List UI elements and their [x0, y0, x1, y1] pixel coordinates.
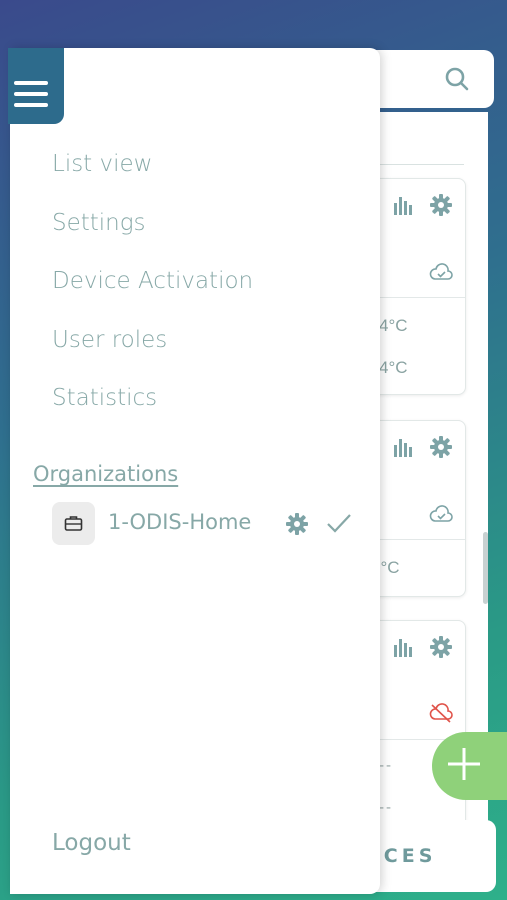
gear-icon — [429, 635, 453, 663]
temperature-value: 4°C — [379, 316, 408, 335]
temperature-value: -- — [379, 800, 394, 816]
selected-check-icon — [326, 511, 352, 539]
search-icon — [444, 66, 470, 96]
menu-item-statistics[interactable]: Statistics — [52, 382, 253, 441]
organization-item[interactable]: 1-ODIS-Home — [52, 502, 362, 546]
menu-item-settings[interactable]: Settings — [52, 207, 253, 266]
plus-icon — [446, 746, 482, 786]
cloud-offline-icon — [429, 703, 453, 727]
menu-item-device-activation[interactable]: Device Activation — [52, 265, 253, 324]
cloud-online-icon — [429, 263, 453, 285]
temperature-value: -- — [379, 758, 394, 774]
bar-chart-icon — [393, 636, 415, 662]
temperature-value: 4°C — [379, 358, 408, 377]
logout-button[interactable]: Logout — [52, 830, 131, 856]
navigation-drawer: List view Settings Device Activation Use… — [10, 48, 380, 894]
bar-chart-icon — [393, 436, 415, 462]
organizations-heading[interactable]: Organizations — [33, 462, 178, 486]
briefcase-badge — [52, 502, 95, 545]
menu-item-user-roles[interactable]: User roles — [52, 324, 253, 383]
organization-name: 1-ODIS-Home — [108, 510, 252, 534]
gear-icon — [429, 193, 453, 221]
menu-toggle-button[interactable] — [8, 48, 64, 124]
menu-item-list-view[interactable]: List view — [52, 148, 253, 207]
hamburger-icon — [13, 80, 49, 114]
add-device-button — [432, 732, 507, 800]
scrollbar — [483, 532, 488, 604]
bar-chart-icon — [393, 194, 415, 220]
organization-settings-gear-icon[interactable] — [285, 512, 309, 540]
cloud-online-icon — [429, 505, 453, 527]
gear-icon — [429, 435, 453, 463]
menu-list: List view Settings Device Activation Use… — [52, 148, 253, 441]
